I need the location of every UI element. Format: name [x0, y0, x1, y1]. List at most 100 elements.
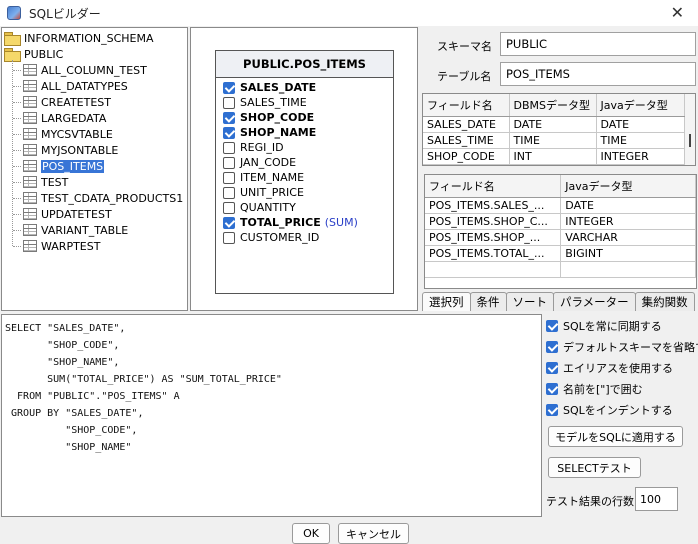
- fields-grid-scrollbar[interactable]: [685, 94, 695, 165]
- tree-table-node[interactable]: ALL_DATATYPES: [23, 78, 128, 94]
- ok-button[interactable]: OK: [292, 523, 330, 544]
- tab-0[interactable]: 選択列: [422, 292, 471, 311]
- column-row[interactable]: SHOP_NAME: [223, 125, 316, 140]
- tree-table-node[interactable]: TEST: [23, 174, 68, 190]
- sql-editor[interactable]: SELECT "SALES_DATE", "SHOP_CODE", "SHOP_…: [1, 314, 542, 517]
- column-checkbox[interactable]: [223, 126, 235, 139]
- grid-row[interactable]: SALES_DATE DATE DATE: [423, 116, 685, 133]
- schema-tree[interactable]: INFORMATION_SCHEMA PUBLIC ALL_COLUMN_TEST A…: [1, 27, 188, 311]
- option-checkbox[interactable]: [546, 362, 558, 374]
- option-checkbox[interactable]: [546, 404, 558, 416]
- tree-connector: [13, 118, 21, 119]
- fields-grid[interactable]: フィールド名 DBMSデータ型 Javaデータ型 SALES_DATE DATE DATE…: [422, 93, 696, 166]
- table-name-label: テーブル名: [437, 70, 492, 83]
- column-name: SHOP_NAME: [240, 126, 317, 139]
- option-row[interactable]: エイリアスを使用する: [546, 360, 673, 376]
- tree-table-node[interactable]: MYJSONTABLE: [23, 142, 118, 158]
- tree-connector: [13, 134, 21, 135]
- table-icon: [23, 208, 37, 220]
- tree-table-node[interactable]: LARGEDATA: [23, 110, 106, 126]
- column-row[interactable]: JAN_CODE: [223, 155, 296, 170]
- tab-2[interactable]: ソート: [505, 292, 554, 311]
- column-checkbox[interactable]: [223, 201, 235, 214]
- grid-row[interactable]: SHOP_CODE INT INTEGER: [423, 148, 685, 165]
- column-aggregate: (SUM): [324, 216, 358, 229]
- cancel-button[interactable]: キャンセル: [338, 523, 409, 544]
- option-checkbox[interactable]: [546, 320, 558, 332]
- table-icon: [23, 240, 37, 252]
- tree-table-label: WARPTEST: [41, 239, 101, 253]
- tree-table-node[interactable]: VARIANT_TABLE: [23, 222, 128, 238]
- tab-4[interactable]: 集約関数: [634, 292, 695, 311]
- column-checkbox[interactable]: [223, 171, 235, 184]
- column-row[interactable]: TOTAL_PRICE (SUM): [223, 215, 358, 230]
- grid-column-header[interactable]: フィールド名: [423, 94, 510, 117]
- column-row[interactable]: SALES_DATE: [223, 80, 316, 95]
- column-checkbox[interactable]: [223, 216, 235, 229]
- grid-cell: VARCHAR: [560, 229, 696, 246]
- selected-columns-grid[interactable]: フィールド名 Javaデータ型 POS_ITEMS.SALES_... DATE POS…: [424, 174, 697, 289]
- grid-cell: DATE: [596, 116, 685, 133]
- grid-cell: INT: [509, 148, 597, 165]
- option-row[interactable]: デフォルトスキーマを省略する: [546, 339, 698, 355]
- tree-table-node[interactable]: UPDATETEST: [23, 206, 112, 222]
- column-checkbox[interactable]: [223, 111, 235, 124]
- table-icon: [23, 96, 37, 108]
- column-row[interactable]: UNIT_PRICE: [223, 185, 304, 200]
- grid-column-header[interactable]: Javaデータ型: [596, 94, 685, 117]
- column-checkbox[interactable]: [223, 231, 235, 244]
- tree-table-label: CREATETEST: [41, 95, 111, 109]
- tab-1[interactable]: 条件: [469, 292, 507, 311]
- column-row[interactable]: REGI_ID: [223, 140, 284, 155]
- select-test-button[interactable]: SELECTテスト: [548, 457, 641, 478]
- apply-model-button[interactable]: モデルをSQLに適用する: [548, 426, 683, 447]
- table-name-field: POS_ITEMS: [500, 62, 696, 86]
- tree-table-node[interactable]: CREATETEST: [23, 94, 111, 110]
- tree-table-label: VARIANT_TABLE: [41, 223, 129, 237]
- grid-row[interactable]: POS_ITEMS.SHOP_... VARCHAR: [425, 229, 696, 246]
- grid-column-header[interactable]: DBMSデータ型: [509, 94, 597, 117]
- grid-row[interactable]: POS_ITEMS.SALES_... DATE: [425, 197, 696, 214]
- window-title: SQLビルダー: [29, 6, 101, 21]
- column-name: QUANTITY: [240, 201, 296, 214]
- option-row[interactable]: 名前を["]で囲む: [546, 381, 643, 397]
- column-checkbox[interactable]: [223, 186, 235, 199]
- test-rows-input[interactable]: 100: [635, 487, 678, 511]
- close-icon[interactable]: ✕: [671, 3, 684, 22]
- table-box[interactable]: PUBLIC.POS_ITEMS SALES_DATE SALES_TIME SHO…: [215, 50, 394, 294]
- tab-3[interactable]: パラメーター: [553, 292, 636, 311]
- column-row[interactable]: ITEM_NAME: [223, 170, 304, 185]
- grid-row[interactable]: POS_ITEMS.TOTAL_... BIGINT: [425, 245, 696, 262]
- scrollbar-thumb[interactable]: [689, 134, 691, 147]
- option-row[interactable]: SQLを常に同期する: [546, 318, 662, 334]
- tree-table-node[interactable]: TEST_CDATA_PRODUCTS1: [23, 190, 183, 206]
- sql-text[interactable]: SELECT "SALES_DATE", "SHOP_CODE", "SHOP_…: [5, 320, 538, 456]
- grid-row[interactable]: SALES_TIME TIME TIME: [423, 132, 685, 149]
- grid-cell: SALES_TIME: [423, 132, 510, 149]
- column-checkbox[interactable]: [223, 81, 235, 94]
- option-row[interactable]: SQLをインデントする: [546, 402, 673, 418]
- column-row[interactable]: CUSTOMER_ID: [223, 230, 319, 245]
- tree-connector: [13, 166, 21, 167]
- column-row[interactable]: SHOP_CODE: [223, 110, 314, 125]
- option-checkbox[interactable]: [546, 341, 558, 353]
- column-row[interactable]: QUANTITY: [223, 200, 296, 215]
- tree-schema-node[interactable]: INFORMATION_SCHEMA: [4, 30, 154, 46]
- grid-column-header[interactable]: Javaデータ型: [560, 175, 696, 198]
- grid-column-header[interactable]: フィールド名: [425, 175, 562, 198]
- tree-table-label: TEST: [41, 175, 69, 189]
- column-row[interactable]: SALES_TIME: [223, 95, 307, 110]
- column-checkbox[interactable]: [223, 96, 235, 109]
- tree-connector: [13, 86, 21, 87]
- tree-table-node[interactable]: MYCSVTABLE: [23, 126, 113, 142]
- column-name: SALES_DATE: [240, 81, 317, 94]
- tree-table-node[interactable]: WARPTEST: [23, 238, 100, 254]
- tree-table-node[interactable]: ALL_COLUMN_TEST: [23, 62, 147, 78]
- column-checkbox[interactable]: [223, 141, 235, 154]
- folder-icon: [4, 47, 21, 62]
- tree-table-node[interactable]: POS_ITEMS: [23, 158, 105, 174]
- column-checkbox[interactable]: [223, 156, 235, 169]
- table-icon: [23, 192, 37, 204]
- option-checkbox[interactable]: [546, 383, 558, 395]
- grid-row[interactable]: POS_ITEMS.SHOP_C... INTEGER: [425, 213, 696, 230]
